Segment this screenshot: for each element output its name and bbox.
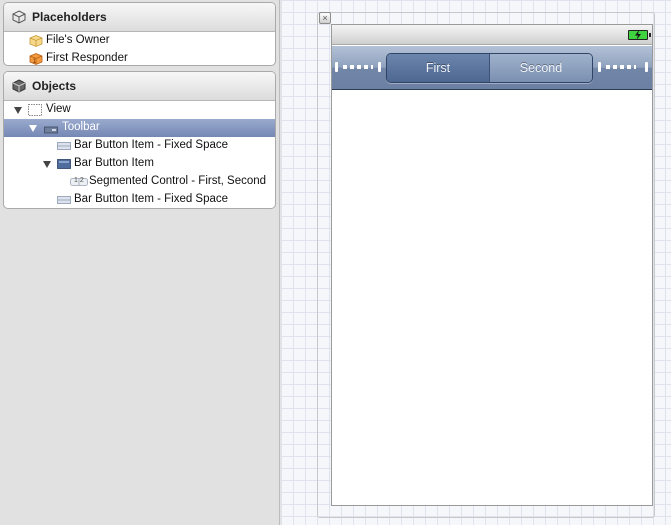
fixed-space-cap	[335, 62, 338, 72]
outline-item-first-responder[interactable]: 1 First Responder	[4, 50, 275, 65]
bar-button-item-icon	[57, 159, 71, 169]
segmented-icon-text: 1 2	[74, 177, 84, 184]
toolbar[interactable]: First Second	[332, 46, 652, 90]
disclosure-triangle-icon[interactable]	[14, 107, 22, 114]
fixed-space-right[interactable]	[598, 62, 648, 72]
fixed-space-cap	[645, 62, 648, 72]
outline-item-toolbar[interactable]: Toolbar	[4, 119, 275, 137]
disclosure-triangle-icon[interactable]	[43, 161, 51, 168]
outline-item-label: Segmented Control - First, Second	[89, 175, 267, 187]
outline-item-label: Bar Button Item - Fixed Space	[74, 139, 229, 151]
outline-item-files-owner[interactable]: File's Owner	[4, 32, 275, 50]
outline-item-label: Bar Button Item - Fixed Space	[74, 193, 229, 205]
objects-title: Objects	[32, 79, 77, 93]
fixed-space-cap	[598, 62, 601, 72]
document-outline-panel: Placeholders File's Owner 1 First Respon…	[0, 0, 280, 525]
placeholders-title: Placeholders	[32, 10, 107, 24]
segment-first[interactable]: First	[387, 54, 489, 82]
fixed-space-cap	[378, 62, 381, 72]
status-bar	[332, 25, 652, 45]
device-view[interactable]: First Second	[331, 24, 653, 506]
disclosure-triangle-icon[interactable]	[29, 125, 37, 132]
outline-item-view[interactable]: View	[4, 101, 275, 119]
outline-item-label: View	[46, 103, 71, 115]
lightning-bolt-icon	[635, 30, 641, 40]
outline-item-label: Bar Button Item	[74, 157, 154, 169]
fixed-space-dashes	[343, 65, 373, 69]
bar-button-item-icon	[57, 196, 71, 204]
outline-item-fixed-space-2[interactable]: Bar Button Item - Fixed Space	[4, 191, 275, 208]
interface-builder-canvas[interactable]: × First Second	[281, 0, 671, 525]
close-icon[interactable]: ×	[319, 12, 331, 24]
fixed-space-dashes	[606, 65, 636, 69]
battery-icon	[628, 30, 651, 40]
objects-header[interactable]: Objects	[4, 72, 275, 101]
outline-item-label: File's Owner	[46, 34, 110, 46]
outline-item-label: Toolbar	[62, 121, 100, 133]
toolbar-icon	[44, 126, 58, 134]
first-responder-icon: 1	[29, 53, 43, 65]
view-icon	[28, 104, 42, 116]
bar-button-item-icon	[57, 142, 71, 150]
segmented-control[interactable]: First Second	[386, 53, 593, 83]
segment-second[interactable]: Second	[489, 54, 592, 82]
outline-item-label: First Responder	[46, 52, 128, 64]
placeholders-header[interactable]: Placeholders	[4, 3, 275, 32]
placeholders-section: Placeholders File's Owner 1 First Respon…	[3, 2, 276, 66]
cube-outline-icon	[12, 79, 26, 93]
outline-item-fixed-space-1[interactable]: Bar Button Item - Fixed Space	[4, 137, 275, 155]
objects-section: Objects View Toolbar Bar Button Item - F…	[3, 71, 276, 209]
fixed-space-left[interactable]	[335, 62, 381, 72]
outline-item-bar-button-item[interactable]: Bar Button Item	[4, 155, 275, 173]
outline-item-segmented-control[interactable]: 1 2 Segmented Control - First, Second	[4, 173, 275, 191]
cube-icon	[29, 35, 43, 47]
cube-outline-icon	[12, 10, 26, 24]
